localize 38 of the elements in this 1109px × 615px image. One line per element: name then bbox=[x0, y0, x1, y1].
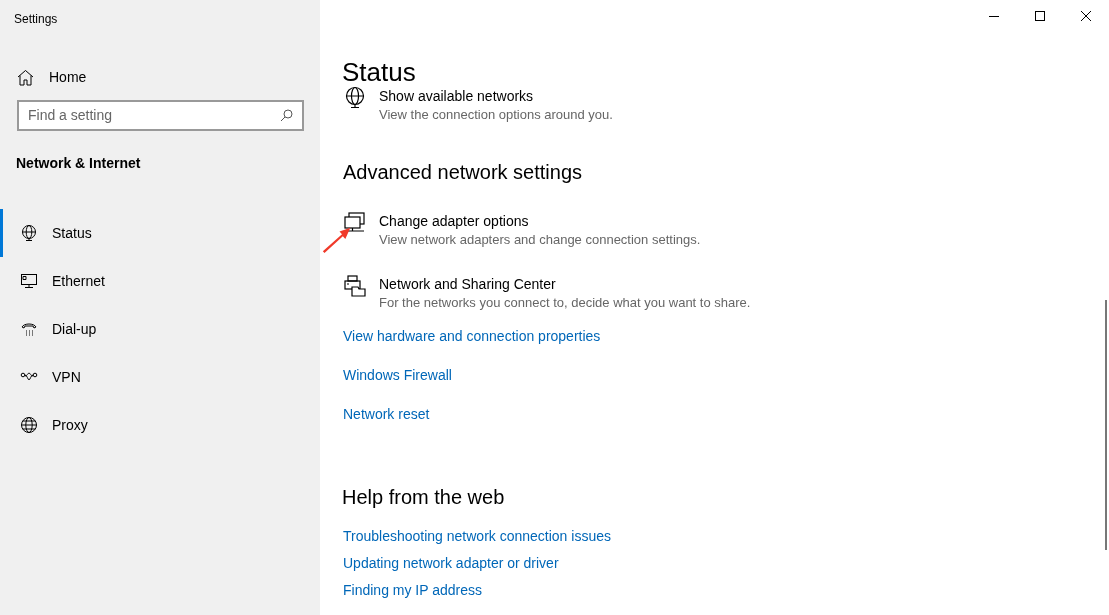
section-heading: Network & Internet bbox=[16, 154, 142, 173]
link[interactable]: Windows Firewall bbox=[343, 365, 452, 385]
minimize-icon bbox=[989, 15, 999, 17]
nav-item[interactable]: Ethernet bbox=[0, 257, 320, 305]
nav-item[interactable]: VPN bbox=[0, 353, 320, 401]
link[interactable]: Network reset bbox=[343, 404, 430, 424]
option-title[interactable]: Change adapter options bbox=[379, 211, 701, 231]
option-title[interactable]: Network and Sharing Center bbox=[379, 274, 751, 294]
globe-monitor-icon bbox=[343, 86, 367, 110]
printer-folder-icon bbox=[343, 274, 367, 298]
monitors-icon bbox=[343, 211, 367, 235]
monitor-icon bbox=[20, 272, 38, 290]
home-nav-item[interactable]: Home bbox=[17, 66, 320, 88]
nav-item[interactable]: Proxy bbox=[0, 401, 320, 449]
nav-item[interactable]: Dial-up bbox=[0, 305, 320, 353]
home-icon bbox=[17, 68, 34, 86]
option-description: View the connection options around you. bbox=[379, 106, 613, 124]
maximize-icon bbox=[1035, 11, 1045, 21]
annotation-arrow-icon bbox=[322, 225, 352, 253]
phone-icon bbox=[20, 320, 38, 338]
link[interactable]: Troubleshooting network connection issues bbox=[343, 526, 611, 546]
page-title: Status bbox=[342, 56, 417, 88]
option-title[interactable]: Show available networks bbox=[379, 86, 613, 106]
close-icon bbox=[1081, 11, 1091, 21]
nav-item[interactable]: Status bbox=[0, 209, 320, 257]
option-description: For the networks you connect to, decide what you want to share. bbox=[379, 294, 751, 312]
section-heading: Advanced network settings bbox=[343, 160, 584, 185]
search-icon bbox=[280, 109, 293, 122]
option-description: View network adapters and change connection settings. bbox=[379, 231, 701, 249]
window-title: Settings bbox=[14, 11, 59, 28]
link[interactable]: Finding my IP address bbox=[343, 580, 483, 600]
link[interactable]: Updating network adapter or driver bbox=[343, 553, 559, 573]
globe-icon bbox=[20, 416, 38, 434]
section-heading: Help from the web bbox=[342, 485, 506, 510]
globe-monitor-icon bbox=[20, 224, 38, 242]
search-field[interactable]: Find a setting bbox=[17, 100, 304, 131]
search-input[interactable]: Find a setting bbox=[28, 105, 280, 126]
link[interactable]: View hardware and connection properties bbox=[343, 326, 601, 346]
